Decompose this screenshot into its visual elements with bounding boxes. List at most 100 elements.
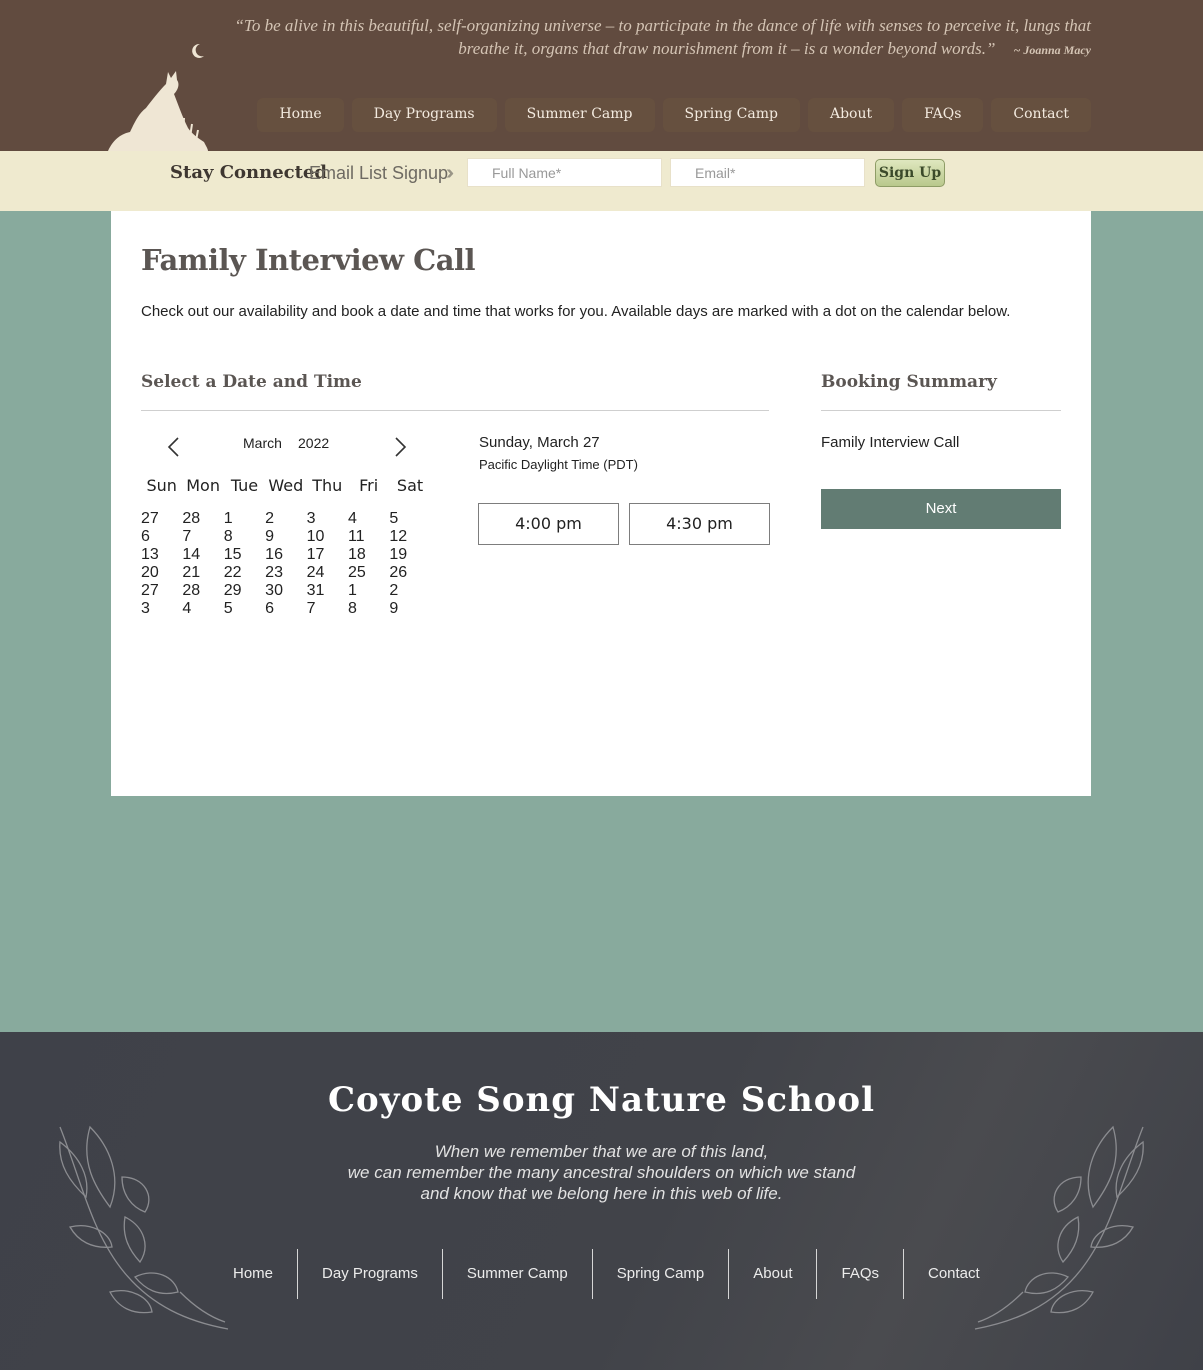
calendar-day: 1	[348, 582, 389, 600]
calendar-day[interactable]: 28	[182, 582, 223, 600]
email-signup-bar: Stay Connected Email List Signup ››› Sig…	[0, 151, 1203, 211]
calendar-day-number: 14	[182, 546, 201, 563]
calendar-day[interactable]: 7	[182, 528, 223, 546]
calendar-day[interactable]: 22	[224, 564, 265, 582]
calendar-day[interactable]: 17	[307, 546, 348, 564]
calendar-day-number: 19	[389, 546, 408, 563]
calendar-day: 3	[141, 600, 182, 618]
calendar-day[interactable]: 31	[307, 582, 348, 600]
footer-school-name: Coyote Song Nature School	[327, 1080, 876, 1120]
calendar-day[interactable]: 12	[389, 528, 430, 546]
calendar-day[interactable]: 14	[182, 546, 223, 564]
chevron-right-icon[interactable]	[388, 435, 412, 459]
calendar-day-number: 5	[389, 510, 399, 527]
calendar-day[interactable]: 19	[389, 546, 430, 564]
nav-contact[interactable]: Contact	[991, 98, 1091, 132]
select-date-heading: Select a Date and Time	[141, 372, 362, 392]
full-name-input[interactable]	[467, 158, 662, 187]
coyote-moon-logo[interactable]	[108, 38, 212, 151]
calendar-day[interactable]: 15	[224, 546, 265, 564]
calendar-day[interactable]: 3	[307, 510, 348, 528]
footer-nav-home[interactable]: Home	[209, 1249, 297, 1299]
nav-faqs[interactable]: FAQs	[902, 98, 984, 132]
calendar-day[interactable]: 9	[265, 528, 306, 546]
calendar-day-number: 25	[347, 564, 366, 581]
nav-day-programs[interactable]: Day Programs	[351, 98, 497, 132]
calendar-day-number: 8	[347, 600, 357, 617]
calendar-day[interactable]: 25	[348, 564, 389, 582]
footer-nav-contact[interactable]: Contact	[903, 1249, 1004, 1299]
calendar-day[interactable]: 26	[389, 564, 430, 582]
calendar-day[interactable]: 11	[348, 528, 389, 546]
calendar-day-number: 3	[306, 510, 316, 527]
calendar-days: 27 28 1 2 3 4 5 6 7 8 9 10 11 12 13 14 15 16 17 18 19 20 21 22 2…	[141, 510, 431, 618]
divider	[821, 410, 1061, 411]
calendar-day[interactable]: 6	[141, 528, 182, 546]
calendar-day-number: 6	[265, 600, 275, 617]
footer-nav: Home Day Programs Summer Camp Spring Cam…	[209, 1249, 1004, 1299]
top-nav: Home Day Programs Summer Camp Spring Cam…	[257, 98, 1091, 132]
calendar-day[interactable]: 24	[307, 564, 348, 582]
time-slot-button[interactable]: 4:30 pm	[629, 503, 770, 545]
calendar-day: 4	[182, 600, 223, 618]
footer-quote-line: When we remember that we are of this lan…	[434, 1142, 769, 1161]
page-title: Family Interview Call	[141, 243, 476, 277]
booking-panel: Family Interview Call Check out our avai…	[111, 211, 1091, 796]
calendar-day[interactable]: 18	[348, 546, 389, 564]
weekday-thu: Thu	[312, 476, 343, 495]
calendar-day: 2	[389, 582, 430, 600]
nav-about[interactable]: About	[807, 98, 895, 132]
calendar-day[interactable]: 20	[141, 564, 182, 582]
footer-nav-about[interactable]: About	[728, 1249, 816, 1299]
calendar-day-number: 22	[223, 564, 242, 581]
footer-quote-line: we can remember the many ancestral shoul…	[347, 1163, 856, 1182]
calendar-day-number: 5	[223, 600, 233, 617]
calendar-day[interactable]: 13	[141, 546, 182, 564]
email-input[interactable]	[670, 158, 865, 187]
calendar-day-number: 15	[223, 546, 242, 563]
footer-nav-day-programs[interactable]: Day Programs	[297, 1249, 442, 1299]
calendar-day-number: 27	[141, 510, 159, 527]
calendar-day-number: 1	[347, 582, 357, 599]
calendar-day-number: 29	[223, 582, 242, 599]
calendar-day[interactable]: 16	[265, 546, 306, 564]
footer-quote: When we remember that we are of this lan…	[0, 1141, 1203, 1204]
calendar-day[interactable]: 5	[389, 510, 430, 528]
calendar-day-number: 21	[182, 564, 201, 581]
nav-home[interactable]: Home	[257, 98, 344, 132]
calendar-day[interactable]: 2	[265, 510, 306, 528]
calendar-day-number: 17	[306, 546, 325, 563]
nav-spring-camp[interactable]: Spring Camp	[662, 98, 800, 132]
footer-nav-summer-camp[interactable]: Summer Camp	[441, 1249, 592, 1299]
calendar-day-number: 4	[182, 600, 192, 617]
weekday-fri: Fri	[359, 476, 379, 495]
calendar-day[interactable]: 23	[265, 564, 306, 582]
calendar-day[interactable]: 1	[224, 510, 265, 528]
calendar-day: 28	[182, 510, 223, 528]
footer-nav-spring-camp[interactable]: Spring Camp	[591, 1249, 729, 1299]
double-chevron-icon: ›››	[446, 162, 454, 184]
footer-nav-faqs[interactable]: FAQs	[816, 1249, 903, 1299]
calendar-day-number: 24	[306, 564, 325, 581]
calendar-day-number: 31	[306, 582, 325, 599]
calendar-day[interactable]: 30	[265, 582, 306, 600]
calendar-day-number: 2	[265, 510, 275, 527]
sign-up-button[interactable]: Sign Up	[875, 159, 945, 187]
calendar-day[interactable]: 29	[224, 582, 265, 600]
calendar-day[interactable]: 8	[224, 528, 265, 546]
calendar-day[interactable]: 21	[182, 564, 223, 582]
calendar-weekdays: Sun Mon Tue Wed Thu Fri Sat	[141, 470, 431, 502]
weekday-sat: Sat	[396, 476, 424, 495]
calendar-day[interactable]: 10	[307, 528, 348, 546]
selected-date: Sunday, March 27	[479, 434, 600, 451]
calendar-day-number: 8	[223, 528, 233, 545]
next-button[interactable]: Next	[821, 489, 1061, 529]
calendar-day-selected[interactable]: 27	[141, 582, 182, 600]
booking-summary-heading: Booking Summary	[821, 372, 997, 392]
calendar-day-number: 16	[265, 546, 283, 563]
time-slot-button[interactable]: 4:00 pm	[478, 503, 619, 545]
calendar-day[interactable]: 4	[348, 510, 389, 528]
quote-line-2: breathe it, organs that draw nourishment…	[458, 39, 996, 58]
nav-summer-camp[interactable]: Summer Camp	[504, 98, 655, 132]
chevron-left-icon[interactable]	[162, 435, 186, 459]
